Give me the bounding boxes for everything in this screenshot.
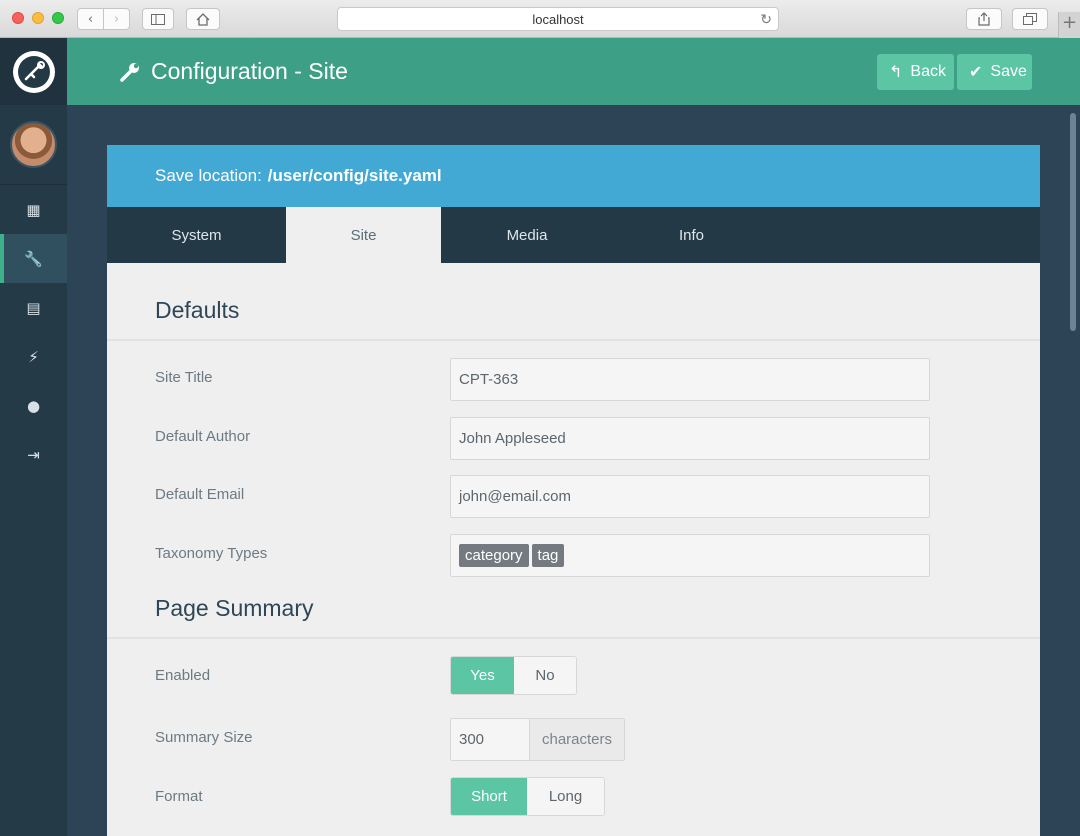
close-window-button[interactable] — [12, 12, 24, 24]
default-author-value: John Appleseed — [459, 430, 566, 447]
default-email-value: john@email.com — [459, 488, 571, 505]
save-button[interactable]: ✔ Save — [957, 54, 1032, 90]
tab-label: Media — [506, 226, 548, 244]
reload-icon[interactable]: ↻ — [760, 11, 772, 28]
format-long-option[interactable]: Long — [527, 778, 604, 815]
avatar-container[interactable] — [0, 105, 67, 185]
tab-site[interactable]: Site — [286, 207, 441, 263]
app-sidebar: ▦ 🔧 ▤ ⚡ ● ⇥ — [0, 38, 67, 836]
address-bar[interactable]: localhost ↻ — [337, 7, 779, 31]
defaults-heading: Defaults — [155, 297, 240, 323]
save-button-label: Save — [990, 63, 1027, 80]
back-button-label: Back — [910, 63, 946, 80]
chevron-left-icon[interactable]: ‹ — [77, 8, 104, 30]
save-location-prefix: Save location: — [155, 166, 262, 185]
chevron-right-icon[interactable]: › — [103, 8, 130, 30]
avatar — [10, 121, 57, 168]
default-author-label: Default Author — [155, 428, 251, 445]
sidebar-item[interactable]: ⇥ — [0, 430, 67, 479]
enabled-yes-option[interactable]: Yes — [451, 657, 514, 694]
save-location-path: /user/config/site.yaml — [267, 166, 442, 185]
grav-logo-icon — [12, 50, 55, 93]
theme-drop-icon: ● — [26, 396, 41, 415]
tab-info[interactable]: Info — [613, 207, 770, 263]
check-icon: ✔ — [969, 64, 983, 81]
logout-icon: ⇥ — [27, 445, 40, 464]
tab-label: System — [171, 226, 222, 244]
wrench-icon: 🔧 — [24, 249, 43, 268]
zoom-window-button[interactable] — [52, 12, 64, 24]
summary-size-value: 300 — [459, 731, 485, 748]
format-toggle: Short Long — [450, 777, 605, 816]
wrench-icon — [120, 62, 139, 82]
summary-size-input[interactable]: 300 — [450, 718, 530, 761]
sidebar-item[interactable]: ▦ — [0, 185, 67, 234]
url-text: localhost — [532, 11, 584, 27]
config-panel: Save location: /user/config/site.yaml Sy… — [107, 145, 1040, 836]
section-divider — [107, 637, 1040, 639]
dashboard-grid-icon: ▦ — [26, 200, 41, 219]
sidebar-item[interactable]: ● — [0, 381, 67, 430]
section-divider — [107, 339, 1040, 341]
default-author-input[interactable]: John Appleseed — [450, 417, 930, 460]
page-summary-heading: Page Summary — [155, 595, 314, 621]
sidebar-item[interactable]: ▤ — [0, 283, 67, 332]
scrollbar-thumb[interactable] — [1070, 113, 1076, 331]
default-email-input[interactable]: john@email.com — [450, 475, 930, 518]
share-icon[interactable] — [966, 8, 1002, 30]
tab-bar: System Site Media Info — [107, 207, 1040, 263]
enabled-no-option[interactable]: No — [514, 657, 576, 694]
tab-system[interactable]: System — [107, 207, 286, 263]
taxonomy-types-label: Taxonomy Types — [155, 545, 268, 562]
plus-icon[interactable]: + — [1058, 12, 1080, 38]
summary-size-label: Summary Size — [155, 729, 253, 746]
sidebar-item[interactable]: 🔧 — [0, 234, 67, 283]
taxonomy-tag[interactable]: category — [459, 544, 529, 567]
save-location-bar: Save location: /user/config/site.yaml — [107, 145, 1040, 207]
tabs-icon[interactable] — [1012, 8, 1048, 30]
reply-arrow-icon: ↰ — [889, 64, 903, 81]
tab-label: Site — [350, 226, 377, 244]
back-button[interactable]: ↰ Back — [877, 54, 954, 90]
tab-label: Info — [678, 226, 705, 244]
taxonomy-tag[interactable]: tag — [531, 544, 565, 567]
scrollbar[interactable] — [1067, 105, 1080, 836]
sidebar-item[interactable]: ⚡ — [0, 332, 67, 381]
home-icon[interactable] — [186, 8, 220, 30]
site-title-label: Site Title — [155, 369, 213, 386]
page-header: Configuration - Site ↰ Back ✔ Save — [67, 38, 1080, 105]
minimize-window-button[interactable] — [32, 12, 44, 24]
enabled-toggle: Yes No — [450, 656, 577, 695]
default-email-label: Default Email — [155, 486, 245, 503]
page-title: Configuration - Site — [119, 58, 348, 85]
site-title-input[interactable]: CPT-363 — [450, 358, 930, 401]
summary-size-unit: characters — [530, 718, 625, 761]
browser-toolbar: ‹ › localhost ↻ + — [0, 0, 1080, 38]
sidebar-icon[interactable] — [142, 8, 174, 30]
format-label: Format — [155, 788, 203, 805]
page-title-text: Configuration - Site — [151, 58, 348, 84]
enabled-label: Enabled — [155, 667, 211, 684]
format-short-option[interactable]: Short — [451, 778, 527, 815]
pages-icon: ▤ — [26, 298, 41, 317]
summary-size-group: 300 characters — [450, 718, 625, 761]
plugin-icon: ⚡ — [28, 347, 39, 366]
taxonomy-types-input[interactable]: category tag — [450, 534, 930, 577]
site-title-value: CPT-363 — [459, 371, 519, 388]
logo[interactable] — [0, 38, 67, 105]
tab-media[interactable]: Media — [441, 207, 613, 263]
